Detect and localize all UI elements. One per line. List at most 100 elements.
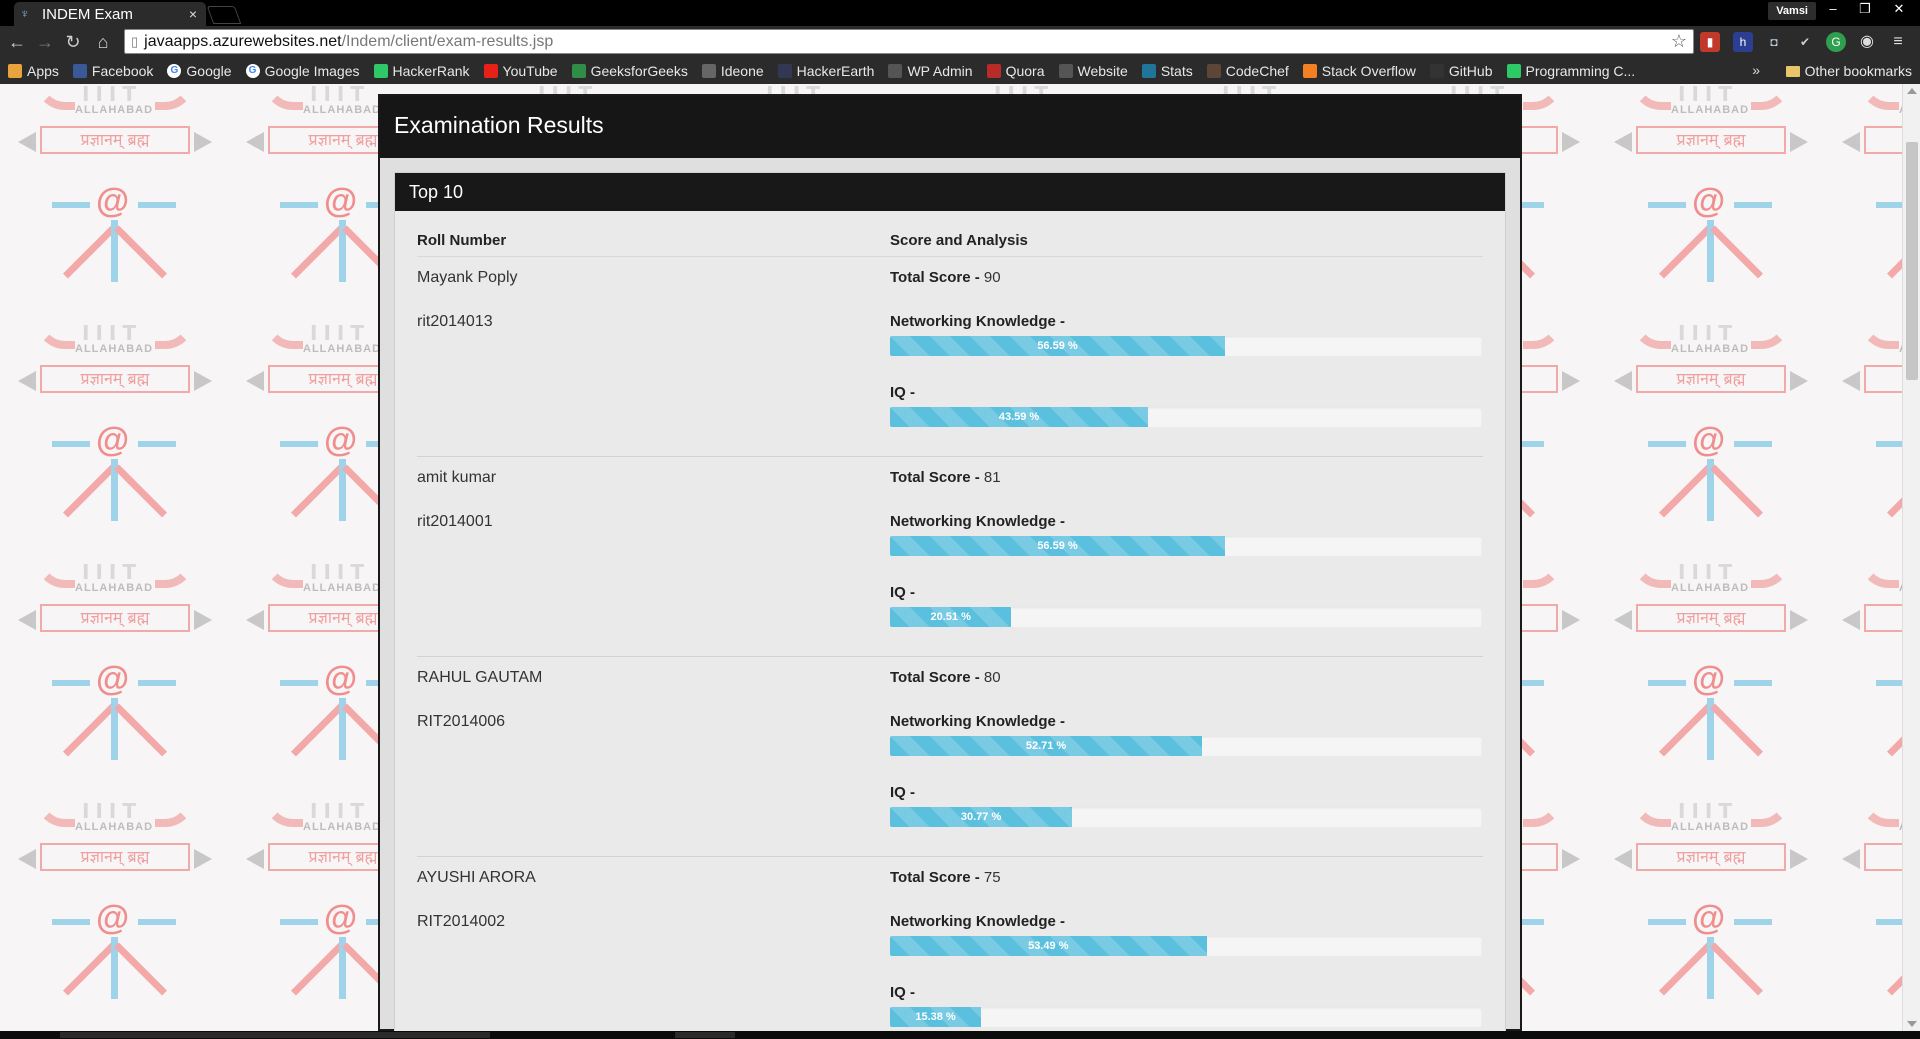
bookmark-item[interactable]: G Google Images <box>245 63 360 79</box>
extension-check-icon[interactable]: ✔ <box>1795 32 1815 52</box>
total-score-line: Total Score - 80 <box>890 669 1483 686</box>
bookmark-label: Ideone <box>720 63 764 79</box>
browser-toolbar: ← → ↻ ⌂ ▯ javaapps.azurewebsites.net/Ind… <box>0 26 1920 58</box>
vertical-scrollbar[interactable] <box>1902 84 1920 1031</box>
iq-label: IQ - <box>890 584 915 601</box>
bookmark-item[interactable]: GeeksforGeeks <box>571 63 688 79</box>
restore-icon[interactable]: ❐ <box>1850 0 1880 20</box>
roll-number: rit2014013 <box>417 313 493 330</box>
student-name: AYUSHI ARORA <box>417 869 536 886</box>
tab-title: INDEM Exam <box>42 5 133 23</box>
bookmark-item[interactable]: G Google <box>167 63 232 79</box>
logo-iiit-text: IIIT <box>82 321 142 345</box>
logo-at-text: @ <box>324 660 358 698</box>
bookmark-item[interactable]: Ideone <box>701 63 764 79</box>
other-bookmarks[interactable]: Other bookmarks <box>1785 58 1912 84</box>
table-row: RAHUL GAUTAM RIT2014006 Total Score - 80 Ne… <box>417 657 1483 857</box>
total-score-label: Total Score - <box>890 869 984 886</box>
background-logo: IIITALLAHABADप्रज्ञानम् ब्रह्म@ <box>0 319 230 559</box>
score-cell: Total Score - 80 Networking Knowledge - 52… <box>890 657 1483 856</box>
background-logo: IIITALLAHABADप्रज्ञानम् ब्रह्म@ <box>0 558 230 798</box>
forward-icon[interactable]: → <box>34 31 56 53</box>
bookmark-star-icon[interactable]: ☆ <box>1671 31 1687 52</box>
browser-tab[interactable]: ♆ INDEM Exam × <box>14 2 206 26</box>
google-icon: G <box>245 64 260 78</box>
total-score-value: 80 <box>983 669 1001 686</box>
logo-iiit-text: IIIT <box>82 560 142 584</box>
scroll-down-icon[interactable] <box>1907 1021 1917 1027</box>
scroll-up-icon[interactable] <box>1907 88 1917 94</box>
iq-progress-fill: 43.59 % <box>890 407 1149 427</box>
bookmark-item[interactable]: Stack Overflow <box>1302 63 1416 79</box>
new-tab-button[interactable] <box>206 6 242 24</box>
logo-allahabad-text: ALLAHABAD <box>75 821 154 833</box>
bookmark-item[interactable]: Apps <box>8 63 59 79</box>
bookmark-item[interactable]: Stats <box>1141 63 1193 79</box>
reload-icon[interactable]: ↻ <box>62 31 84 53</box>
back-icon[interactable]: ← <box>6 31 28 53</box>
logo-allahabad-text: ALLAHABAD <box>303 343 382 355</box>
networking-progress-bar: 52.71 % <box>890 736 1482 756</box>
youtube-icon <box>483 64 498 78</box>
profile-button[interactable]: Vamsi <box>1768 2 1816 20</box>
bookmark-item[interactable]: Website <box>1058 63 1128 79</box>
extension-circle-icon[interactable]: ◉ <box>1857 32 1877 52</box>
bookmark-item[interactable]: Programming C... <box>1506 63 1635 79</box>
menu-icon[interactable]: ≡ <box>1888 32 1908 52</box>
total-score-label: Total Score - <box>890 669 984 686</box>
logo-iiit-text: IIIT <box>310 321 370 345</box>
table-row: AYUSHI ARORA RIT2014002 Total Score - 75 Ne… <box>417 857 1483 1039</box>
extension-h-icon[interactable]: h <box>1733 32 1753 52</box>
bookmark-label: HackerEarth <box>796 63 875 79</box>
logo-motto-text: प्रज्ञानम् ब्रह्म <box>40 843 190 871</box>
bookmark-item[interactable]: Facebook <box>72 63 153 79</box>
networking-progress-fill: 56.59 % <box>890 536 1225 556</box>
background-logo: IIITALLAHABADप्रज्ञानम् ब्रह्म@ <box>1596 558 1826 798</box>
tab-close-icon[interactable]: × <box>186 6 200 22</box>
logo-motto-text: प्रज्ञानम् ब्रह्म <box>1864 604 1902 632</box>
background-logo: IIITALLAHABADप्रज्ञानम् ब्रह्म@ <box>1824 84 1902 320</box>
logo-allahabad-text: ALLAHABAD <box>75 582 154 594</box>
codechef-icon <box>1206 64 1221 78</box>
bookmarks-overflow-icon[interactable]: » <box>1752 62 1760 78</box>
quora-icon <box>986 64 1001 78</box>
grammarly-icon[interactable]: G <box>1826 32 1846 52</box>
address-bar[interactable]: ▯ javaapps.azurewebsites.net/Indem/clien… <box>124 29 1694 54</box>
logo-iiit-text: IIIT <box>1678 560 1738 584</box>
bookmark-label: GeeksforGeeks <box>590 63 688 79</box>
table-header: Roll Number Score and Analysis <box>417 225 1483 257</box>
camera-icon[interactable]: ◘ <box>1764 32 1784 52</box>
extension-red-icon[interactable]: ▮ <box>1700 32 1720 52</box>
logo-iiit-text: IIIT <box>82 799 142 823</box>
bookmark-item[interactable]: CodeChef <box>1206 63 1289 79</box>
logo-at-text: @ <box>1692 899 1726 937</box>
bookmark-item[interactable]: WP Admin <box>888 63 973 79</box>
scrollbar-thumb[interactable] <box>1906 142 1918 380</box>
table-row: Mayank Poply rit2014013 Total Score - 90 Ne… <box>417 257 1483 457</box>
iq-label: IQ - <box>890 984 915 1001</box>
home-icon[interactable]: ⌂ <box>92 31 114 53</box>
networking-progress-bar: 56.59 % <box>890 336 1482 356</box>
url-domain: javaapps.azurewebsites.net <box>144 32 342 50</box>
networking-progress-fill: 56.59 % <box>890 336 1225 356</box>
background-logo: IIITALLAHABADप्रज्ञानम् ब्रह्म@ <box>0 797 230 1031</box>
bookmark-item[interactable]: YouTube <box>483 63 558 79</box>
logo-at-text: @ <box>324 899 358 937</box>
minimize-icon[interactable]: ‒ <box>1818 0 1848 20</box>
site-favicon-icon: ♆ <box>20 6 30 21</box>
iq-progress-bar: 30.77 % <box>890 807 1482 827</box>
logo-motto-text: प्रज्ञानम् ब्रह्म <box>1636 365 1786 393</box>
logo-motto-text: प्रज्ञानम् ब्रह्म <box>1864 126 1902 154</box>
logo-iiit-text: IIIT <box>1678 321 1738 345</box>
folder-icon <box>1785 65 1800 77</box>
bookmark-item[interactable]: GitHub <box>1429 63 1493 79</box>
logo-at-text: @ <box>96 182 130 220</box>
bookmark-item[interactable]: Quora <box>986 63 1045 79</box>
apps-grid-icon <box>8 64 22 78</box>
networking-label: Networking Knowledge - <box>890 313 1066 330</box>
section-title: Top 10 <box>395 173 1505 211</box>
bookmark-item[interactable]: HackerEarth <box>777 63 875 79</box>
logo-allahabad-text: ALLAHABAD <box>75 343 154 355</box>
bookmark-item[interactable]: HackerRank <box>373 63 470 79</box>
close-window-icon[interactable]: ✕ <box>1884 0 1914 20</box>
